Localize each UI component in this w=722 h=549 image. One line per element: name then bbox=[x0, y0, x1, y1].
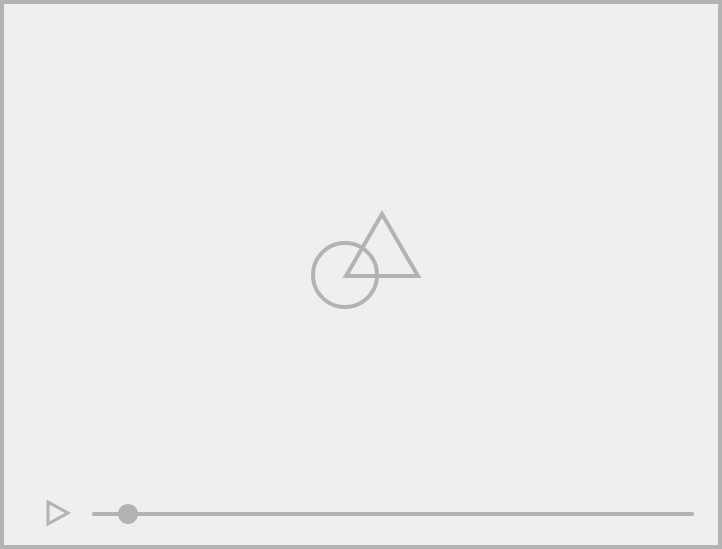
seek-rail[interactable] bbox=[92, 512, 694, 516]
video-player bbox=[0, 0, 722, 549]
seek-bar[interactable] bbox=[92, 504, 694, 524]
seek-thumb[interactable] bbox=[118, 504, 139, 524]
play-icon[interactable] bbox=[42, 496, 76, 530]
image-placeholder-icon bbox=[311, 210, 422, 309]
